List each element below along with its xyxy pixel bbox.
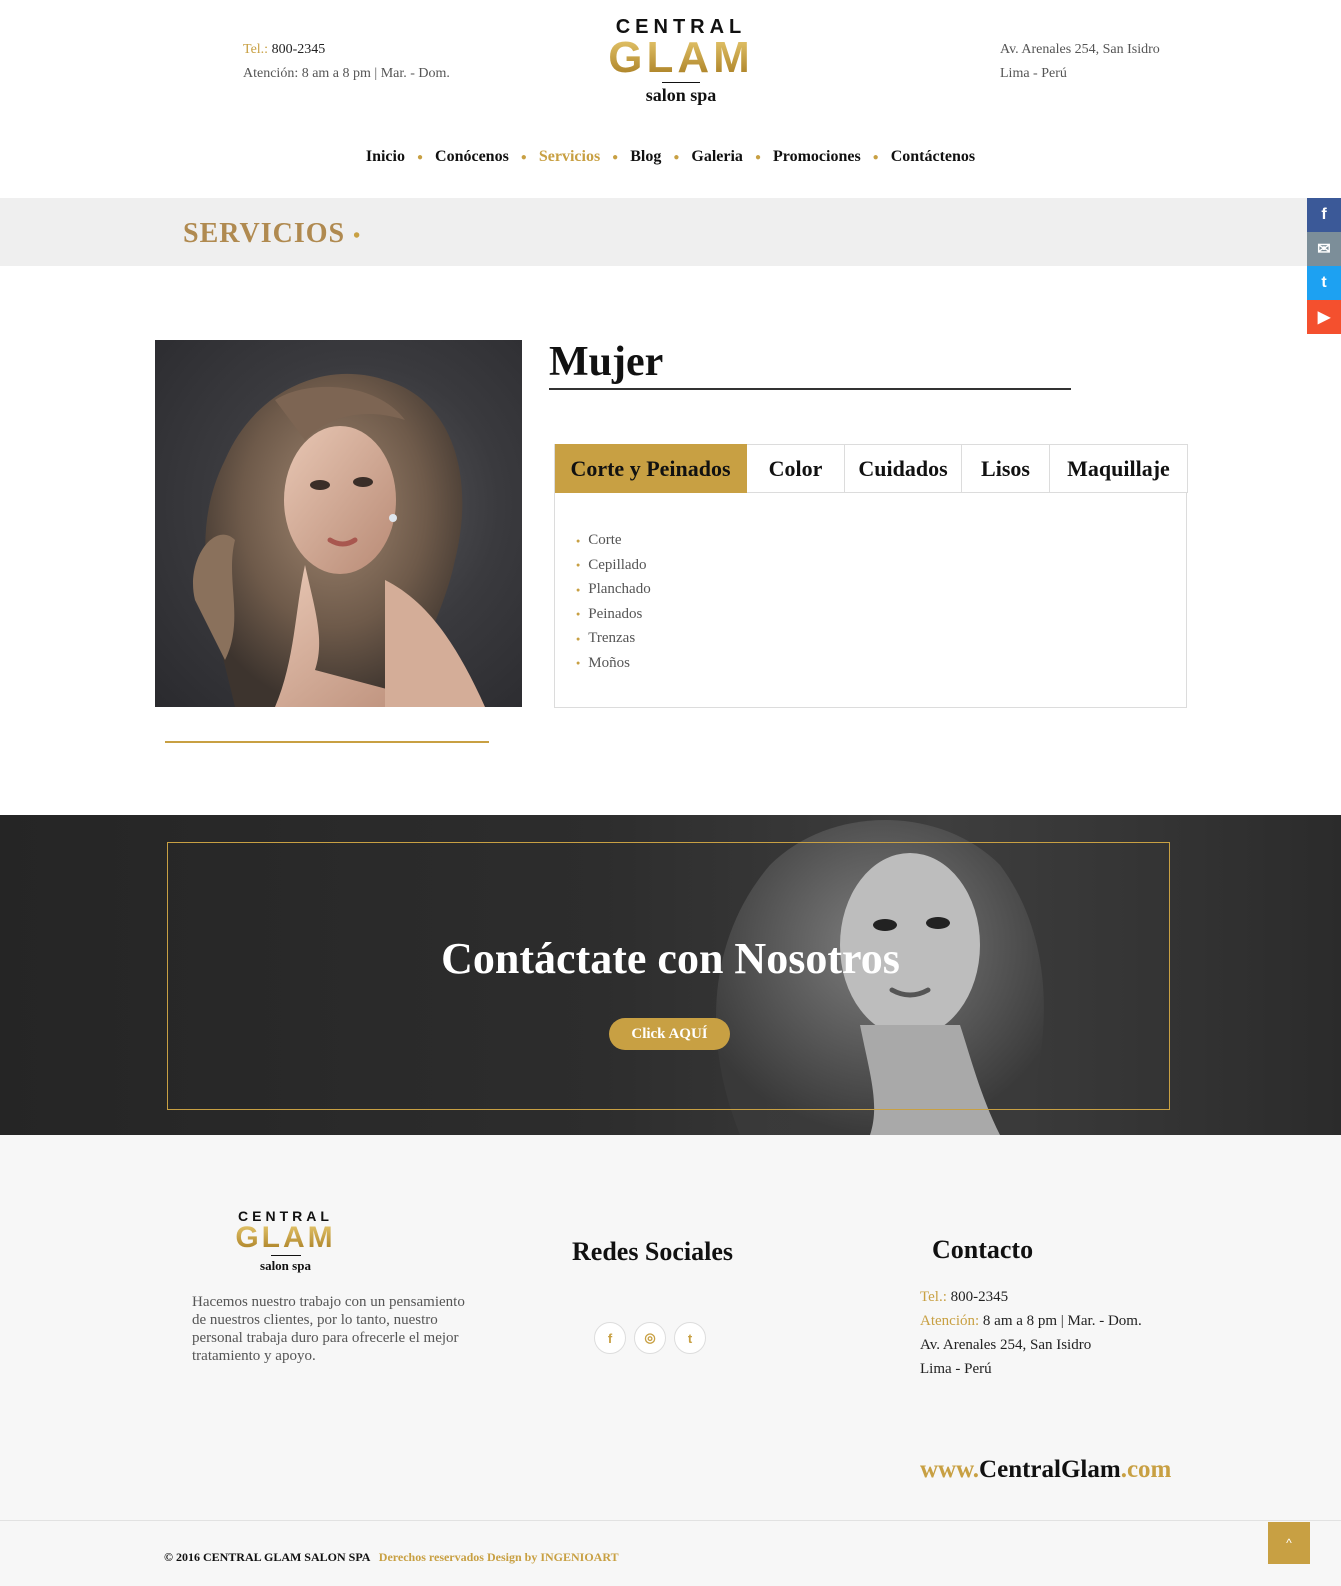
nav-separator: ●: [673, 151, 680, 163]
footer-logo[interactable]: CENTRAL GLAM salon spa: [233, 1208, 338, 1274]
tel-value[interactable]: 800-2345: [272, 42, 326, 57]
list-item: Moños: [576, 651, 651, 676]
logo-rule: [662, 82, 700, 83]
photo-underline: [165, 741, 489, 743]
copyright-bar: © 2016 CENTRAL GLAM SALON SPA Derechos r…: [164, 1550, 619, 1565]
address-line-2: Lima - Perú: [920, 1361, 992, 1377]
list-item: Corte: [576, 528, 651, 553]
nav-item-conocenos[interactable]: Conócenos: [435, 148, 509, 166]
footer-about-text: Hacemos nuestro trabajo con un pensamien…: [192, 1294, 465, 1364]
logo-line-salon: salon spa: [645, 85, 717, 105]
nav-item-contactenos[interactable]: Contáctenos: [891, 148, 975, 166]
list-item: Planchado: [576, 577, 650, 602]
copyright-text: © 2016 CENTRAL GLAM SALON SPA: [164, 1550, 370, 1564]
page-banner: SERVICIOS •: [0, 198, 1341, 266]
page-title: SERVICIOS •: [183, 218, 361, 250]
instagram-icon[interactable]: ◎: [634, 1322, 666, 1354]
logo-rule: [270, 1255, 301, 1256]
cta-title: Contáctate con Nosotros: [441, 934, 900, 983]
tab-color[interactable]: Color: [747, 444, 845, 493]
logo-line-glam: GLAM: [233, 1223, 338, 1253]
nav-separator: ●: [520, 151, 527, 163]
footer-contact-info: Tel.: 800-2345 Atención: 8 am a 8 pm | M…: [920, 1285, 1142, 1381]
mail-icon[interactable]: ✉: [1307, 232, 1341, 266]
hours-label: Atención:: [920, 1313, 980, 1329]
logo-line-salon: salon spa: [260, 1258, 311, 1273]
main-nav: Inicio ● Conócenos ● Servicios ● Blog ● Galeria ●…: [0, 148, 1341, 166]
social-heading: Redes Sociales: [572, 1237, 734, 1266]
list-item: Cepillado: [576, 553, 651, 578]
nav-item-inicio[interactable]: Inicio: [366, 148, 405, 166]
website-main: CentralGlam: [979, 1456, 1121, 1483]
woman-portrait-image: [193, 373, 485, 707]
tab-maquillaje[interactable]: Maquillaje: [1050, 444, 1188, 493]
facebook-icon[interactable]: f: [594, 1322, 626, 1354]
title-dot: •: [353, 225, 362, 247]
category-title: Mujer: [549, 339, 664, 385]
site-header: Tel.: 800-2345 Atención: 8 am a 8 pm | M…: [0, 0, 1341, 198]
nav-item-servicios[interactable]: Servicios: [539, 148, 600, 166]
opening-hours: Atención: 8 am a 8 pm | Mar. - Dom.: [243, 66, 450, 81]
website-url[interactable]: www.CentralGlam.com: [920, 1456, 1171, 1484]
website-suffix: .com: [1120, 1456, 1172, 1483]
tab-cuidados[interactable]: Cuidados: [845, 444, 962, 493]
header-contact: Tel.: 800-2345 Atención: 8 am a 8 pm | M…: [243, 38, 450, 86]
contact-cta-section: Contáctate con Nosotros Click AQUÍ: [0, 815, 1341, 1135]
nav-item-promociones[interactable]: Promociones: [773, 148, 861, 166]
facebook-icon[interactable]: f: [1307, 198, 1341, 232]
tel-label: Tel.:: [920, 1289, 947, 1305]
footer-divider: [0, 1520, 1341, 1521]
tel-value[interactable]: 800-2345: [951, 1289, 1009, 1305]
contact-heading: Contacto: [932, 1235, 1034, 1264]
tumblr-icon[interactable]: t: [674, 1322, 706, 1354]
address-line-1: Av. Arenales 254, San Isidro: [1000, 42, 1160, 57]
address-line-2: Lima - Perú: [1000, 66, 1067, 81]
header-address: Av. Arenales 254, San Isidro Lima - Perú: [1000, 38, 1160, 86]
click-here-button[interactable]: Click AQUÍ: [609, 1018, 730, 1050]
footer-social-links: f ◎ t: [594, 1322, 706, 1354]
nav-separator: ●: [754, 151, 761, 163]
website-prefix: www.: [920, 1456, 980, 1483]
tab-corte-y-peinados[interactable]: Corte y Peinados: [555, 444, 747, 493]
nav-item-galeria[interactable]: Galeria: [691, 148, 743, 166]
nav-item-blog[interactable]: Blog: [630, 148, 661, 166]
scroll-to-top-button[interactable]: ^: [1268, 1522, 1310, 1564]
address-line-1: Av. Arenales 254, San Isidro: [920, 1337, 1092, 1353]
page-title-text: SERVICIOS: [183, 218, 346, 249]
tab-lisos[interactable]: Lisos: [962, 444, 1050, 493]
credits-text[interactable]: Derechos reservados Design by INGENIOART: [379, 1550, 619, 1564]
twitter-icon[interactable]: t: [1307, 266, 1341, 300]
category-title-rule: [549, 388, 1071, 390]
nav-separator: ●: [416, 151, 424, 163]
service-tabs: Corte y Peinados Color Cuidados Lisos Ma…: [554, 444, 1188, 493]
nav-separator: ●: [872, 151, 879, 163]
tel-label: Tel.:: [243, 42, 269, 57]
service-list: Corte Cepillado Planchado Peinados Trenz…: [576, 528, 651, 676]
social-sidebar: f ✉ t ▶: [1307, 198, 1341, 334]
list-item: Peinados: [576, 602, 651, 627]
list-item: Trenzas: [576, 626, 651, 651]
site-logo[interactable]: CENTRAL GLAM salon spa: [606, 16, 756, 105]
youtube-icon[interactable]: ▶: [1307, 300, 1341, 334]
nav-separator: ●: [612, 151, 619, 163]
service-photo: [155, 340, 522, 707]
logo-line-glam: GLAM: [606, 36, 756, 80]
hours-value: 8 am a 8 pm | Mar. - Dom.: [982, 1313, 1142, 1329]
